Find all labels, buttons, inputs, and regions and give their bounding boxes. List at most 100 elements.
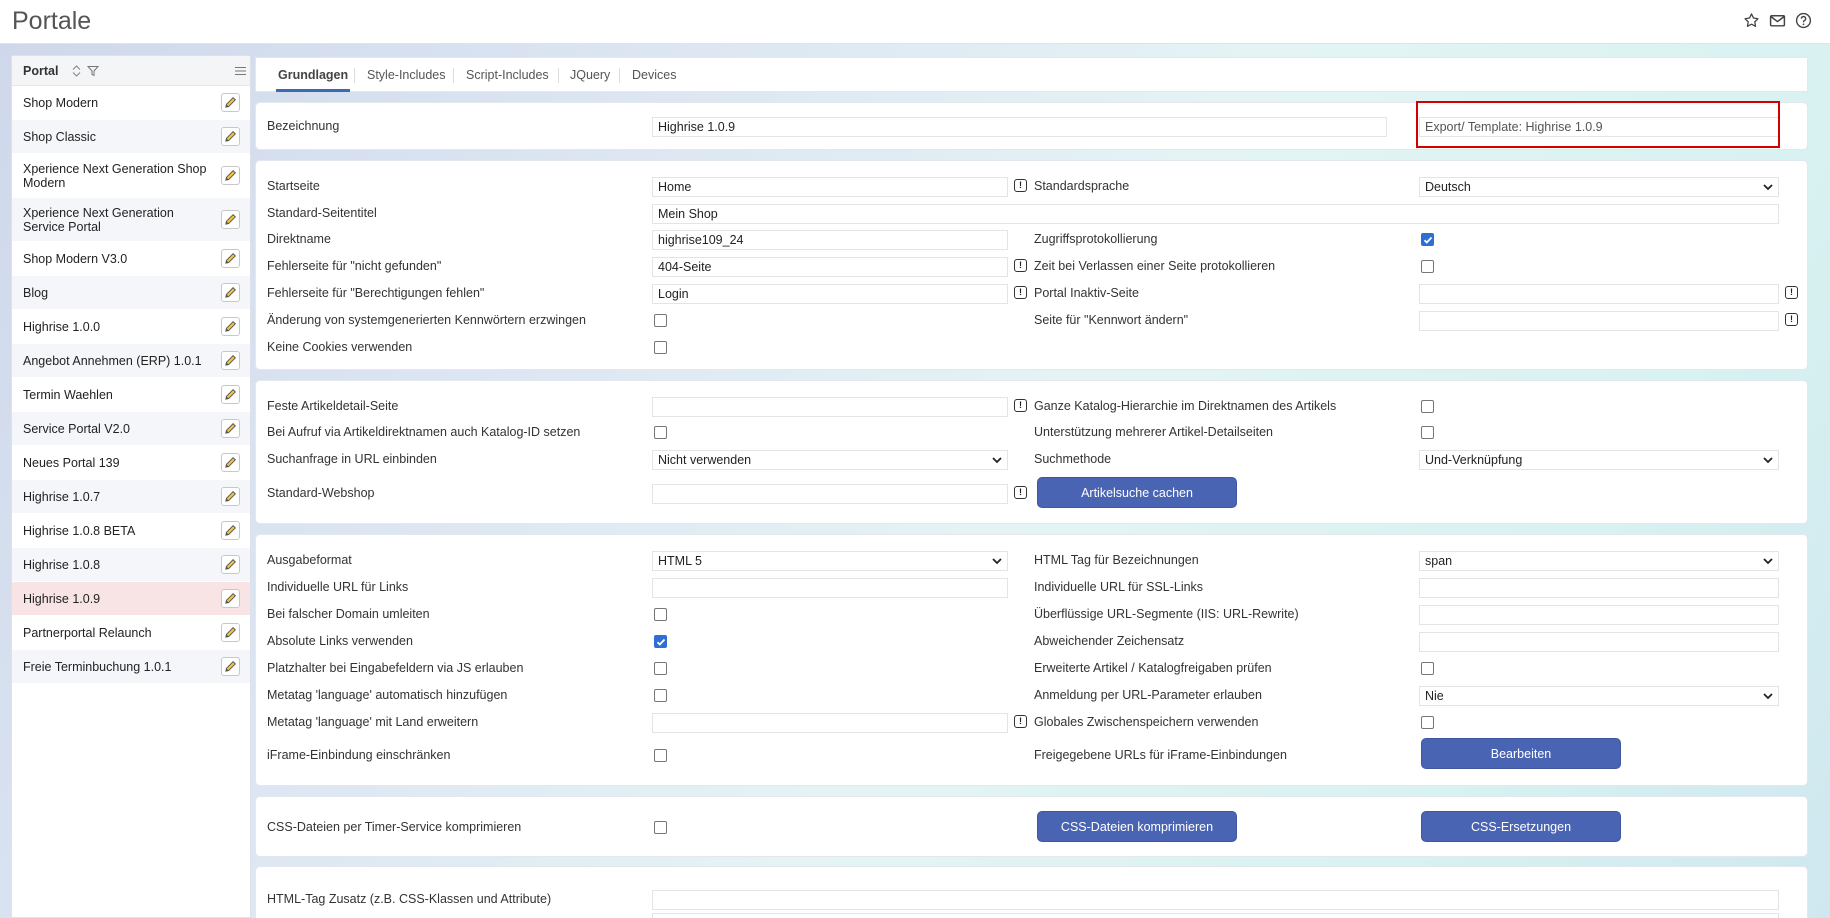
info-icon[interactable]: ! [1014, 715, 1027, 728]
kennwort-erzwingen-checkbox[interactable] [654, 314, 667, 327]
sidebar-item-blog[interactable]: Blog [12, 276, 250, 310]
info-icon[interactable]: ! [1014, 286, 1027, 299]
edit-button[interactable] [221, 385, 240, 404]
menu-icon[interactable] [235, 66, 246, 76]
ssl-links-input[interactable] [1419, 578, 1779, 598]
url-segmente-input[interactable] [1419, 605, 1779, 625]
tab-style-includes[interactable]: Style-Includes [367, 58, 446, 92]
edit-button[interactable] [221, 351, 240, 370]
sidebar-item-highrise-108[interactable]: Highrise 1.0.8 [12, 548, 250, 582]
css-ersetzungen-button[interactable]: CSS-Ersetzungen [1421, 811, 1621, 842]
edit-button[interactable] [221, 166, 240, 185]
info-icon[interactable]: ! [1014, 486, 1027, 499]
zwischenspeichern-checkbox[interactable] [1421, 716, 1434, 729]
edit-button[interactable] [221, 657, 240, 676]
sidebar-item-xperience-shop[interactable]: Xperience Next Generation Shop Modern [12, 154, 250, 198]
ausgabeformat-select[interactable]: HTML 5 [652, 551, 1008, 571]
extra-input[interactable] [652, 913, 1779, 918]
edit-button[interactable] [221, 555, 240, 574]
platzhalter-checkbox[interactable] [654, 662, 667, 675]
edit-button[interactable] [221, 419, 240, 438]
sidebar-item-highrise-100[interactable]: Highrise 1.0.0 [12, 310, 250, 344]
sidebar-item-highrise-109[interactable]: Highrise 1.0.9 [12, 582, 250, 616]
suchanfrage-select[interactable]: Nicht verwenden [652, 450, 1008, 470]
edit-button[interactable] [221, 283, 240, 302]
edit-button[interactable] [221, 453, 240, 472]
berechtigungen-input[interactable]: Login [652, 284, 1008, 304]
standard-webshop-input[interactable] [652, 484, 1008, 504]
tab-script-includes[interactable]: Script-Includes [466, 58, 549, 92]
standardsprache-select[interactable]: Deutsch [1419, 177, 1779, 197]
sidebar-item-service-portal[interactable]: Service Portal V2.0 [12, 412, 250, 446]
seitentitel-input[interactable]: Mein Shop [652, 204, 1779, 224]
zeichensatz-input[interactable] [1419, 632, 1779, 652]
edit-button[interactable] [221, 210, 240, 229]
help-icon[interactable] [1795, 12, 1812, 29]
artikelsuche-cachen-button[interactable]: Artikelsuche cachen [1037, 477, 1237, 508]
chevron-down-icon [1763, 457, 1773, 464]
suchmethode-select[interactable]: Und-Verknüpfung [1419, 450, 1779, 470]
info-icon[interactable]: ! [1014, 399, 1027, 412]
edit-button[interactable] [221, 589, 240, 608]
sidebar-item-freie-terminbuchung[interactable]: Freie Terminbuchung 1.0.1 [12, 650, 250, 684]
sidebar-title[interactable]: Portal [23, 64, 58, 78]
star-icon[interactable] [1743, 12, 1760, 29]
sidebar-item-partnerportal[interactable]: Partnerportal Relaunch [12, 616, 250, 650]
css-komprimieren-button[interactable]: CSS-Dateien komprimieren [1037, 811, 1237, 842]
sidebar-item-termin-waehlen[interactable]: Termin Waehlen [12, 378, 250, 412]
sidebar-item-angebot[interactable]: Angebot Annehmen (ERP) 1.0.1 [12, 344, 250, 378]
html-tag-zusatz-input[interactable] [652, 890, 1779, 910]
chevron-down-icon [1763, 558, 1773, 565]
sidebar-item-highrise-108-beta[interactable]: Highrise 1.0.8 BETA [12, 514, 250, 548]
sidebar-item-shop-modern-v3[interactable]: Shop Modern V3.0 [12, 242, 250, 276]
falsche-domain-checkbox[interactable] [654, 608, 667, 621]
url-links-input[interactable] [652, 578, 1008, 598]
startseite-input[interactable]: Home [652, 177, 1008, 197]
check-icon [1423, 236, 1433, 244]
metatag-land-input[interactable] [652, 713, 1008, 733]
katalog-id-checkbox[interactable] [654, 426, 667, 439]
zugriffsprotokollierung-checkbox[interactable] [1421, 233, 1434, 246]
metatag-language-checkbox[interactable] [654, 689, 667, 702]
sort-icon[interactable] [72, 65, 81, 77]
edit-button[interactable] [221, 487, 240, 506]
info-icon[interactable]: ! [1014, 259, 1027, 272]
bearbeiten-button[interactable]: Bearbeiten [1421, 738, 1621, 769]
html-tag-select[interactable]: span [1419, 551, 1779, 571]
info-icon[interactable]: ! [1785, 313, 1798, 326]
edit-button[interactable] [221, 521, 240, 540]
portal-inaktiv-input[interactable] [1419, 284, 1779, 304]
bezeichnung-input[interactable]: Highrise 1.0.9 [652, 117, 1387, 137]
edit-button[interactable] [221, 623, 240, 642]
artikeldetail-input[interactable] [652, 397, 1008, 417]
info-icon[interactable]: ! [1014, 179, 1027, 192]
filter-icon[interactable] [87, 65, 99, 77]
mail-icon[interactable] [1769, 12, 1786, 29]
tab-grundlagen[interactable]: Grundlagen [276, 58, 351, 92]
edit-button[interactable] [221, 317, 240, 336]
sidebar-item-xperience-service[interactable]: Xperience Next Generation Service Portal [12, 198, 250, 242]
absolute-links-checkbox[interactable] [654, 635, 667, 648]
katalogfreigaben-checkbox[interactable] [1421, 662, 1434, 675]
keine-cookies-checkbox[interactable] [654, 341, 667, 354]
sidebar-item-neues-portal[interactable]: Neues Portal 139 [12, 446, 250, 480]
edit-button[interactable] [221, 127, 240, 146]
katalog-hierarchie-checkbox[interactable] [1421, 400, 1434, 413]
direktname-input[interactable]: highrise109_24 [652, 230, 1008, 250]
tab-devices[interactable]: Devices [632, 58, 676, 92]
pencil-icon [225, 389, 236, 400]
css-timer-checkbox[interactable] [654, 821, 667, 834]
iframe-einbindung-checkbox[interactable] [654, 749, 667, 762]
edit-button[interactable] [221, 93, 240, 112]
sidebar-item-shop-modern[interactable]: Shop Modern [12, 86, 250, 120]
mehrere-detailseiten-checkbox[interactable] [1421, 426, 1434, 439]
anmeldung-url-select[interactable]: Nie [1419, 686, 1779, 706]
sidebar-item-shop-classic[interactable]: Shop Classic [12, 120, 250, 154]
sidebar-item-highrise-107[interactable]: Highrise 1.0.7 [12, 480, 250, 514]
tab-jquery[interactable]: JQuery [570, 58, 610, 92]
edit-button[interactable] [221, 249, 240, 268]
kennwort-aendern-input[interactable] [1419, 311, 1779, 331]
nicht-gefunden-input[interactable]: 404-Seite [652, 257, 1008, 277]
info-icon[interactable]: ! [1785, 286, 1798, 299]
zeit-verlassen-checkbox[interactable] [1421, 260, 1434, 273]
